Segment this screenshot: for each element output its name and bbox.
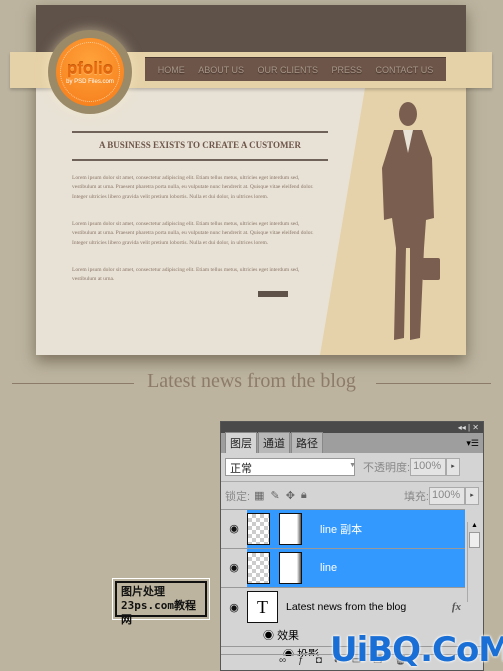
nav-about[interactable]: ABOUT US [198,65,244,75]
divider-right [376,383,491,384]
watermark-23ps: 图片处理 23ps.com教程网 [112,578,210,626]
scrollbar[interactable]: ▲ [467,522,481,602]
close-icon[interactable]: ✕ [472,423,479,432]
layer-thumbnail [247,513,270,545]
vintage-man-illustration [382,102,440,340]
logo[interactable]: pfolio by PSD Files.com [48,30,132,114]
layer-row[interactable]: ◉ line 副本 [221,509,465,548]
lock-move-icon[interactable]: ✥ [286,489,295,502]
logo-name: pfolio [66,59,114,78]
layer-mask-thumbnail [279,552,302,584]
lock-brush-icon[interactable]: ✎ [270,489,279,502]
blend-mode-select[interactable]: 正常 [225,458,356,476]
content-heading: A BUSINESS EXISTS TO CREATE A CUSTOMER [99,140,301,150]
eye-icon[interactable]: ◉ [221,549,247,587]
fill-label: 填充: [403,490,429,503]
read-more-button[interactable] [258,291,288,297]
nav-press[interactable]: PRESS [332,65,363,75]
paragraph: Lorem ipsum dolor sit amet, consectetur … [72,267,300,283]
collapse-icon[interactable]: ◂◂ [458,423,466,432]
eye-icon[interactable]: ◉ [221,601,247,614]
fx-icon[interactable]: fx [452,601,461,613]
heading-rule-bottom [72,159,328,161]
nav-contact[interactable]: CONTACT US [376,65,434,75]
logo-tagline: by PSD Files.com [66,79,114,85]
opacity-input[interactable]: 100% [410,458,447,476]
layer-row[interactable]: ◉ line [221,548,465,587]
latest-news-title: Latest news from the blog [147,370,356,392]
tab-layers[interactable]: 图层 [225,432,257,453]
layer-thumbnail [247,552,270,584]
heading-rule-top [72,131,328,133]
paragraph: Lorem ipsum dolor sit amet, consectetur … [72,221,314,246]
text-layer-thumbnail: T [247,591,278,623]
fill-arrow[interactable]: ▸ [465,486,479,505]
fill-input[interactable]: 100% [429,486,465,505]
watermark-uibq: UiBQ.CoM [330,630,503,670]
opacity-label: 不透明度: [363,462,411,474]
lock-all-icon[interactable]: 🔒︎ [301,489,307,502]
layer-name: line 副本 [320,524,363,536]
panel-menu-icon[interactable]: ▾☰ [462,438,483,453]
nav-clients[interactable]: OUR CLIENTS [258,65,319,75]
lock-transparency-icon[interactable]: ▦ [254,489,264,502]
lock-label: 锁定: [225,490,251,503]
paragraph: Lorem ipsum dolor sit amet, consectetur … [72,175,314,200]
layer-name: Latest news from the blog [286,601,407,613]
layer-mask-thumbnail [279,513,302,545]
scrollbar-thumb[interactable] [469,532,480,548]
tab-channels[interactable]: 通道 [258,432,290,453]
eye-icon[interactable]: ◉ [221,510,247,548]
layer-row[interactable]: ◉ T Latest news from the blog fx [221,587,465,626]
nav-home[interactable]: HOME [158,65,185,75]
opacity-arrow[interactable]: ▸ [446,458,461,476]
add-style-icon[interactable]: ƒ [298,655,316,666]
layer-name: line [320,562,338,574]
link-layers-icon[interactable]: ∞ [279,655,298,666]
main-nav: HOME ABOUT US OUR CLIENTS PRESS CONTACT … [145,57,446,81]
tab-paths[interactable]: 路径 [291,432,323,453]
